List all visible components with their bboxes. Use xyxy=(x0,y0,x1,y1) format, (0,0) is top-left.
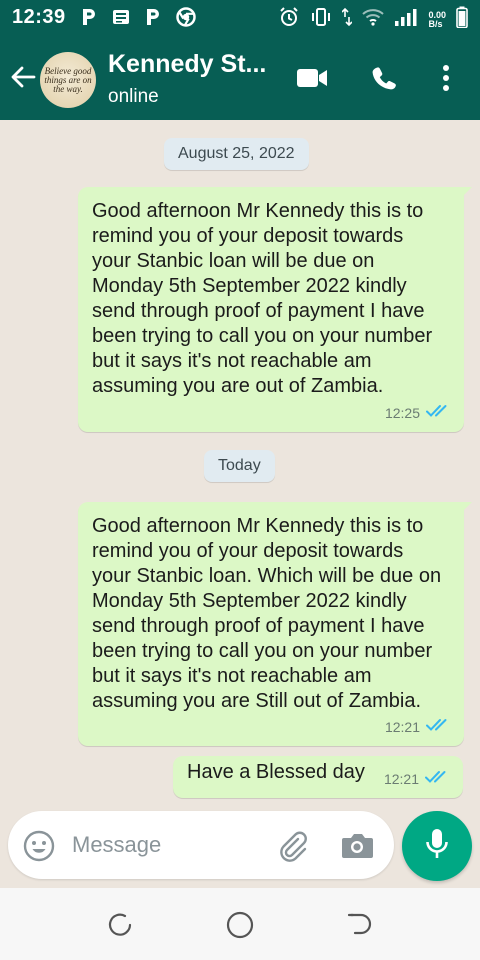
message-bubble-outgoing[interactable]: Good afternoon Mr Kennedy this is to rem… xyxy=(78,502,472,746)
voice-call-icon[interactable] xyxy=(368,62,400,94)
vibrate-icon xyxy=(310,6,332,33)
message-text: Good afternoon Mr Kennedy this is to rem… xyxy=(92,515,442,712)
wifi-icon xyxy=(362,8,385,31)
video-call-icon[interactable] xyxy=(296,62,328,94)
mic-icon xyxy=(424,827,450,866)
contact-name[interactable]: Kennedy St... xyxy=(108,50,266,79)
signal-icon xyxy=(394,7,418,32)
message-input[interactable]: Message xyxy=(72,832,161,858)
message-text: Good afternoon Mr Kennedy this is to rem… xyxy=(92,200,433,397)
read-ticks-icon xyxy=(426,401,450,426)
mic-button[interactable] xyxy=(402,811,472,881)
status-time: 12:39 xyxy=(12,6,66,28)
message-time: 12:21 xyxy=(384,719,420,735)
date-chip: Today xyxy=(204,450,275,482)
message-meta: 12:21 xyxy=(384,767,449,792)
alarm-icon xyxy=(278,6,300,33)
recents-icon[interactable] xyxy=(105,910,135,940)
emoji-icon[interactable] xyxy=(22,829,56,863)
message-time: 12:25 xyxy=(384,405,420,421)
message-input-bar[interactable]: Message xyxy=(8,811,394,879)
chat-area[interactable]: August 25, 2022 Good afternoon Mr Kenned… xyxy=(0,120,480,810)
bubble-tail xyxy=(462,502,472,512)
parking-app-icon-2 xyxy=(144,7,162,27)
message-bubble-outgoing[interactable]: Have a Blessed day 12:21 xyxy=(173,756,463,798)
read-ticks-icon xyxy=(425,767,449,792)
date-chip: August 25, 2022 xyxy=(164,138,309,170)
avatar-text: Believe good things are on the way. xyxy=(44,65,92,94)
system-icons: 0.00 B/s xyxy=(278,6,468,33)
contact-status: online xyxy=(108,86,159,107)
read-ticks-icon xyxy=(426,715,450,740)
net-speed-unit: B/s xyxy=(428,18,443,29)
avatar[interactable]: Believe good things are on the way. xyxy=(40,52,96,108)
status-bar: 12:39 0.00 B/s xyxy=(0,0,480,36)
attachment-icon[interactable] xyxy=(276,829,310,863)
message-time: 12:21 xyxy=(383,771,419,787)
system-nav-bar xyxy=(0,888,480,960)
data-arrows-icon xyxy=(341,7,354,32)
net-speed: 0.00 B/s xyxy=(428,10,446,29)
notification-icons xyxy=(80,7,196,27)
bubble-tail xyxy=(462,187,472,197)
battery-icon xyxy=(456,6,468,33)
message-meta: 12:25 xyxy=(385,401,450,426)
back-arrow-icon[interactable] xyxy=(8,62,38,92)
home-icon[interactable] xyxy=(225,910,255,940)
back-nav-icon[interactable] xyxy=(345,910,375,940)
more-options-icon[interactable] xyxy=(430,62,462,94)
news-app-icon xyxy=(112,7,130,27)
message-meta: 12:21 xyxy=(385,715,450,740)
camera-icon[interactable] xyxy=(340,831,374,861)
parking-app-icon xyxy=(80,7,98,27)
chat-header: Believe good things are on the way. Kenn… xyxy=(0,36,480,120)
chrome-icon xyxy=(176,7,196,27)
message-bubble-outgoing[interactable]: Good afternoon Mr Kennedy this is to rem… xyxy=(78,187,472,432)
